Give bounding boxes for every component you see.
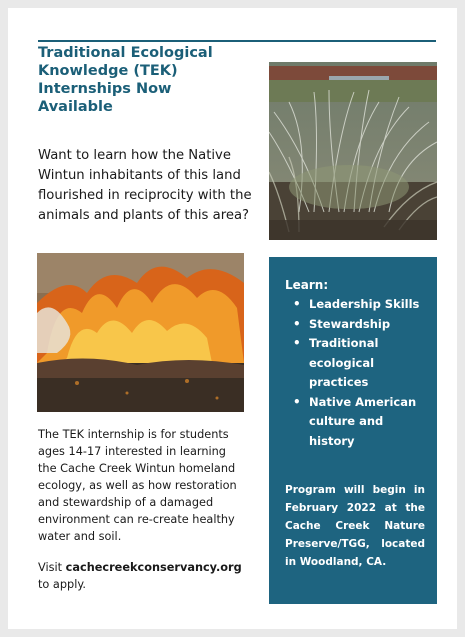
program-note: Program will begin in February 2022 at t… [285, 484, 425, 568]
grass-photo [269, 62, 437, 240]
flyer-page: Traditional Ecological Knowledge (TEK) I… [8, 8, 457, 629]
visit-prefix: Visit [38, 561, 66, 574]
learn-item-label: Leadership Skills [309, 297, 420, 311]
learn-heading: Learn: [285, 278, 329, 292]
learn-item: • Stewardship [293, 315, 425, 335]
bullet-icon: • [293, 394, 301, 409]
learn-item: • Native American culture and history [293, 393, 425, 452]
intro-text: Want to learn how the Native Wintun inha… [38, 148, 252, 223]
learn-item: • Leadership Skills [293, 295, 425, 315]
bullet-icon: • [293, 297, 301, 311]
flyer-title: Traditional Ecological Knowledge (TEK) I… [38, 45, 213, 115]
website-link[interactable]: cachecreekconservancy.org [66, 561, 242, 574]
learn-item-label: Native American culture and history [309, 394, 417, 448]
visit-suffix: to apply. [38, 578, 87, 591]
learn-item-label: Traditional ecological practices [309, 336, 379, 389]
learn-box: Learn: • Leadership Skills • Stewardship •… [269, 257, 437, 604]
learn-list: • Leadership Skills • Stewardship • Traditi… [285, 295, 425, 451]
bullet-icon: • [293, 316, 301, 331]
learn-item: • Traditional ecological practices [293, 334, 425, 393]
learn-item-label: Stewardship [309, 316, 391, 331]
visit-line: Visit cachecreekconservancy.org to apply… [38, 559, 263, 593]
bullet-icon: • [293, 336, 301, 350]
fire-photo [37, 253, 244, 412]
internship-description: The TEK internship is for students ages … [38, 428, 237, 543]
top-divider [38, 40, 436, 42]
